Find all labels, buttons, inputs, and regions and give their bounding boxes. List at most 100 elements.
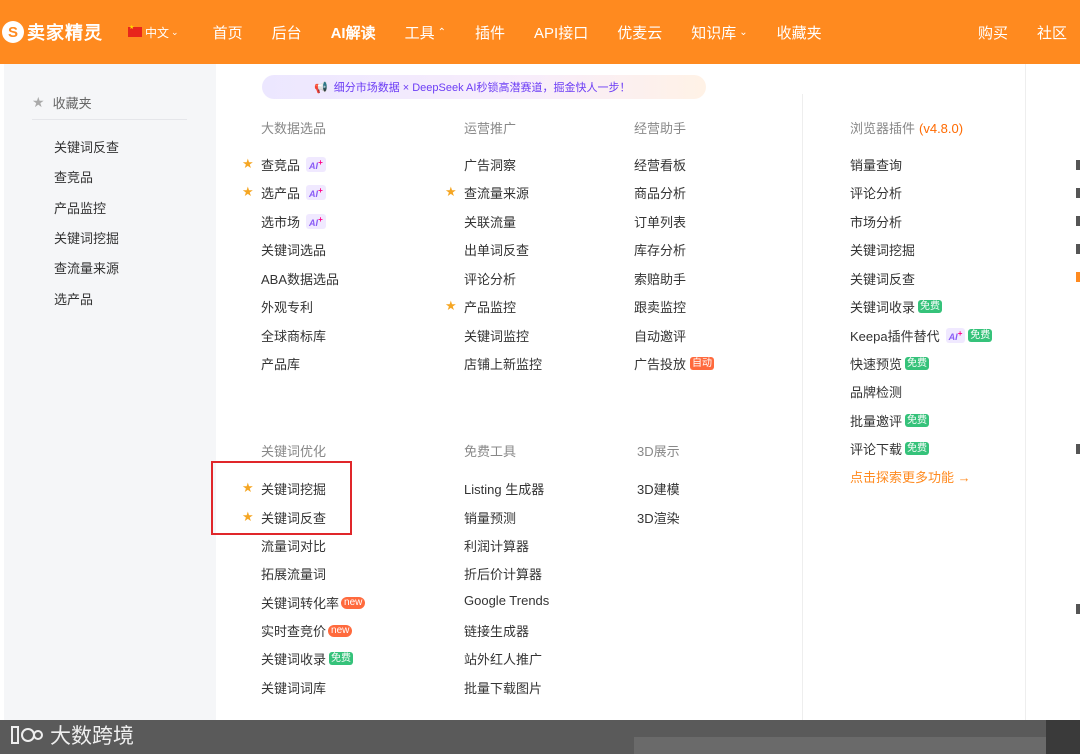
menu-item[interactable]: 关键词反查 (850, 269, 915, 288)
menu-item[interactable]: 订单列表 (634, 212, 686, 231)
nav-tools[interactable]: 工具 ⌃ (405, 22, 446, 43)
menu-item-kw-index[interactable]: 关键词收录 免费 (850, 297, 943, 316)
menu-item[interactable]: 评论分析 (850, 183, 902, 202)
ai-badge: AI+ (306, 185, 326, 200)
cut-off-text (1076, 160, 1080, 170)
menu-item-keepa[interactable]: Keepa插件替代 AI+ 免费 (850, 326, 993, 345)
watermark: 大数跨境 (8, 720, 134, 750)
menu-item[interactable]: Listing 生成器 (464, 479, 544, 498)
menu-item[interactable]: 利润计算器 (464, 536, 529, 555)
menu-item[interactable]: 3D建模 (637, 479, 680, 498)
nav-ai[interactable]: AI解读 (331, 22, 376, 43)
menu-item[interactable]: 销量查询 (850, 155, 902, 174)
menu-item-live-bid[interactable]: 实时查竞价 new (261, 621, 353, 640)
menu-item[interactable]: 批量下载图片 (464, 678, 542, 697)
menu-item-kw-index[interactable]: 关键词收录 免费 (261, 649, 354, 668)
menu-item[interactable]: 跟卖监控 (634, 297, 686, 316)
new-badge: new (328, 624, 353, 637)
menu-item[interactable]: 评论分析 (464, 269, 516, 288)
menu-item[interactable]: 拓展流量词 (261, 564, 326, 583)
watermark-text: 大数跨境 (50, 725, 134, 748)
menu-item-ads[interactable]: 广告投放 自动 (634, 354, 715, 373)
nav-knowledge[interactable]: 知识库 ⌄ (691, 22, 747, 43)
menu-item[interactable]: 外观专利 (261, 297, 313, 316)
menu-item[interactable]: 产品库 (261, 354, 300, 373)
cut-off-text (1076, 444, 1080, 454)
menu-item-select-market[interactable]: 选市场 AI+ (261, 212, 326, 231)
nav-favorites[interactable]: 收藏夹 (777, 22, 822, 43)
menu-item[interactable]: 销量预测 (464, 508, 516, 527)
menu-item[interactable]: 品牌检测 (850, 382, 902, 401)
menu-item-label: 关键词转化率 (261, 596, 340, 611)
menu-item-select-product[interactable]: 选产品 AI+ (261, 183, 326, 202)
ai-badge-label: AI (309, 161, 319, 171)
menu-item-label: 快速预览 (850, 357, 903, 372)
menu-item[interactable]: 查流量来源 (464, 183, 529, 202)
menu-item-preview[interactable]: 快速预览 免费 (850, 354, 930, 373)
free-badge: 免费 (905, 442, 930, 455)
menu-item[interactable]: Google Trends (464, 593, 549, 608)
menu-item[interactable]: 关联流量 (464, 212, 516, 231)
cut-off-text (1076, 272, 1080, 282)
favorite-item[interactable]: 关键词反查 (54, 137, 119, 156)
section-title-keyword: 关键词优化 (261, 444, 327, 459)
favorite-item[interactable]: 产品监控 (54, 198, 106, 217)
free-badge: 免费 (329, 652, 354, 665)
nav-youmaiyun[interactable]: 优麦云 (617, 22, 662, 43)
menu-item[interactable]: 关键词挖掘 (850, 240, 915, 259)
star-icon: ★ (242, 184, 254, 199)
menu-item[interactable]: 自动邀评 (634, 326, 686, 345)
menu-item[interactable]: 折后价计算器 (464, 564, 542, 583)
favorite-item[interactable]: 查竞品 (54, 167, 93, 186)
favorite-item[interactable]: 查流量来源 (54, 258, 119, 277)
menu-item[interactable]: 链接生成器 (464, 621, 529, 640)
menu-item[interactable]: 关键词选品 (261, 240, 326, 259)
menu-item-label: 选市场 (261, 215, 301, 230)
menu-item[interactable]: 关键词监控 (464, 326, 529, 345)
brand-logo[interactable]: S 卖家精灵 (2, 19, 103, 45)
menu-item-kw-conversion[interactable]: 关键词转化率 new (261, 593, 366, 612)
promo-banner[interactable]: 📢 细分市场数据 × DeepSeek AI秒锁高潜赛道，掘金快人一步！ (262, 75, 706, 99)
menu-item[interactable]: 商品分析 (634, 183, 686, 202)
menu-item[interactable]: 流量词对比 (261, 536, 326, 555)
menu-item-label: 关键词收录 (850, 300, 916, 315)
star-icon: ★ (445, 298, 457, 313)
section-title-bigdata: 大数据选品 (261, 121, 327, 136)
menu-item[interactable]: 索赔助手 (634, 269, 686, 288)
menu-item[interactable]: 广告洞察 (464, 155, 516, 174)
menu-item[interactable]: 3D渲染 (637, 508, 680, 527)
nav-api[interactable]: API接口 (534, 22, 588, 43)
menu-item[interactable]: 产品监控 (464, 297, 516, 316)
menu-item[interactable]: 关键词词库 (261, 678, 326, 697)
chevron-up-icon: ⌃ (437, 26, 447, 38)
menu-item[interactable]: 全球商标库 (261, 326, 326, 345)
menu-item[interactable]: 出单词反查 (464, 240, 529, 259)
nav-dashboard[interactable]: 后台 (272, 22, 302, 43)
menu-item-competitor[interactable]: 查竞品 AI+ (261, 155, 326, 174)
menu-item[interactable]: 店铺上新监控 (464, 354, 542, 373)
menu-item-batch-review[interactable]: 批量邀评 免费 (850, 411, 930, 430)
language-label: 中文 (145, 25, 170, 40)
tools-dropdown-panel: ★ 收藏夹 关键词反查 查竞品 产品监控 关键词挖掘 查流量来源 选产品 📢 细… (0, 64, 1080, 720)
menu-item[interactable]: ABA数据选品 (261, 269, 339, 288)
china-flag-icon (128, 24, 142, 37)
menu-item[interactable]: 经营看板 (634, 155, 686, 174)
menu-item-review-download[interactable]: 评论下载 免费 (850, 439, 930, 458)
explore-more-link[interactable]: 点击探索更多功能 → (850, 467, 971, 486)
nav-community[interactable]: 社区 (1037, 22, 1067, 43)
nav-home[interactable]: 首页 (213, 22, 243, 43)
nav-plugin[interactable]: 插件 (475, 22, 505, 43)
menu-item-label: 批量邀评 (850, 414, 903, 429)
menu-item[interactable]: 站外红人推广 (464, 649, 542, 668)
menu-item[interactable]: 市场分析 (850, 212, 902, 231)
menu-item[interactable]: 库存分析 (634, 240, 686, 259)
cut-off-text (1076, 216, 1080, 226)
language-switcher[interactable]: 中文 ⌄ (128, 24, 179, 41)
watermark-logo-icon (11, 726, 43, 744)
star-icon: ★ (32, 94, 45, 110)
menu-item-label: 查竞品 (261, 158, 301, 173)
megaphone-icon: 📢 (314, 81, 328, 94)
favorite-item[interactable]: 关键词挖掘 (54, 228, 119, 247)
favorite-item[interactable]: 选产品 (54, 289, 93, 308)
nav-buy[interactable]: 购买 (978, 22, 1008, 43)
